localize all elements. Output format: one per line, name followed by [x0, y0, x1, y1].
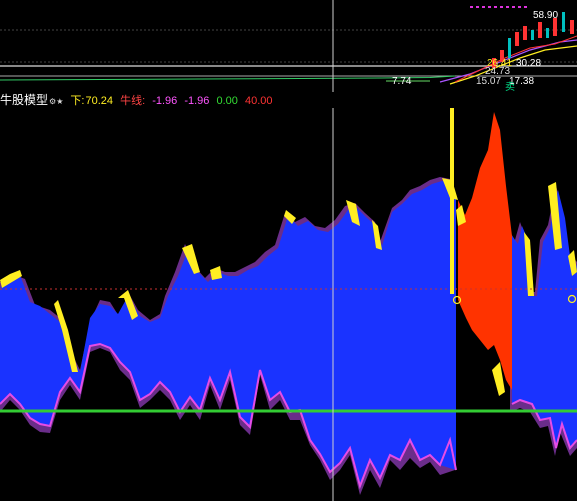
indicator-header: 牛股模型⚙★ 下:70.24 牛线: -1.96 -1.96 0.00 40.0… [0, 92, 577, 108]
indicator-chart-panel[interactable] [0, 108, 577, 501]
ma-value-1: -1.96 [152, 95, 178, 107]
blue-fill-area-right [512, 190, 577, 448]
price-label-b: 30.28 [516, 58, 542, 69]
ma-label: 牛线: [120, 95, 146, 107]
ma-value-3: 0.00 [216, 95, 238, 107]
hot-signal-area [458, 112, 512, 390]
price-curve [0, 75, 456, 81]
ma-value-2: -1.96 [184, 95, 210, 107]
down-value: 70.24 [85, 95, 114, 107]
indicator-name[interactable]: 牛股模型 [0, 93, 48, 107]
down-label: 下: [70, 95, 85, 107]
settings-gear-star-icon[interactable]: ⚙★ [49, 97, 63, 106]
price-label-d: 15.07 [476, 76, 502, 87]
stock-chart-window: 58.90 7.74 26.41 30.28 24.73 15.07 17.38… [0, 0, 577, 501]
low-price-label: 7.74 [392, 76, 412, 87]
high-price-label: 58.90 [533, 10, 559, 21]
ma-value-4: 40.00 [244, 95, 273, 107]
